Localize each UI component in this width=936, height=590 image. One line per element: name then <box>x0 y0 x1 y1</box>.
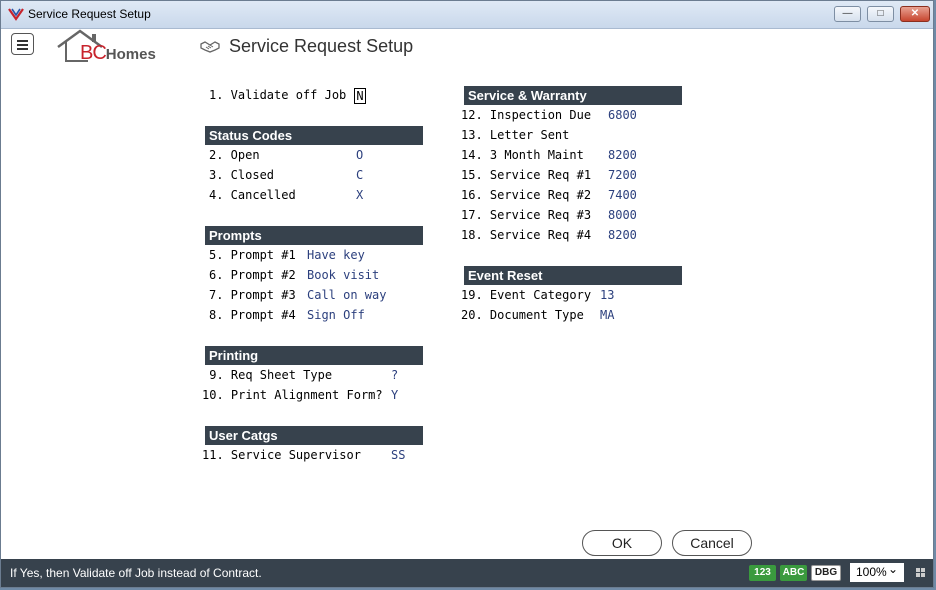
service-req-4-label: 18. Service Req #4 <box>461 228 592 242</box>
status-cancelled-field[interactable]: X <box>356 188 363 202</box>
prompt-3-label: 7. Prompt #3 <box>209 288 296 302</box>
validate-off-job-field[interactable]: N <box>354 88 366 104</box>
inspection-due-label: 12. Inspection Due <box>461 108 592 122</box>
status-cancelled-label: 4. Cancelled <box>209 188 296 202</box>
prompts-heading: Prompts <box>205 226 423 245</box>
debug-indicator[interactable]: DBG <box>811 565 841 581</box>
ok-button[interactable]: OK <box>582 530 662 556</box>
prompt-3-field[interactable]: Call on way <box>307 288 386 302</box>
close-icon: ✕ <box>910 8 920 19</box>
service-req-2-label: 16. Service Req #2 <box>461 188 592 202</box>
minimize-button[interactable]: — <box>834 6 861 22</box>
zoom-value: 100% <box>856 565 887 579</box>
handshake-icon <box>200 41 220 53</box>
minimize-icon: — <box>842 8 853 19</box>
service-req-2-field[interactable]: 7400 <box>608 188 637 202</box>
service-req-1-field[interactable]: 7200 <box>608 168 637 182</box>
three-month-maint-field[interactable]: 8200 <box>608 148 637 162</box>
prompt-1-label: 5. Prompt #1 <box>209 248 296 262</box>
chevron-down-icon: ⌄ <box>887 562 898 576</box>
letter-sent-label: 13. Letter Sent <box>461 128 570 142</box>
maximize-icon: □ <box>877 8 884 19</box>
app-window: Service Request Setup — □ ✕ BCHomes Serv… <box>0 0 934 588</box>
prompt-2-field[interactable]: Book visit <box>307 268 379 282</box>
service-supervisor-label: 11. Service Supervisor <box>202 448 361 462</box>
app-header: BCHomes Service Request Setup <box>1 29 933 64</box>
logo-text: BCHomes <box>80 42 156 64</box>
status-closed-label: 3. Closed <box>209 168 275 182</box>
prompt-1-field[interactable]: Have key <box>307 248 365 262</box>
event-category-field[interactable]: 13 <box>600 288 614 302</box>
service-req-1-label: 15. Service Req #1 <box>461 168 592 182</box>
title-bar[interactable]: Service Request Setup — □ ✕ <box>1 1 933 29</box>
user-catgs-heading: User Catgs <box>205 426 423 445</box>
maximize-button[interactable]: □ <box>867 6 894 22</box>
validate-off-job-label: 1. Validate off Job <box>209 88 347 102</box>
service-warranty-heading: Service & Warranty <box>464 86 682 105</box>
status-open-field[interactable]: O <box>356 148 363 162</box>
status-codes-heading: Status Codes <box>205 126 423 145</box>
document-type-field[interactable]: MA <box>600 308 614 322</box>
req-sheet-type-field[interactable]: ? <box>391 368 398 382</box>
prompt-4-label: 8. Prompt #4 <box>209 308 296 322</box>
hamburger-menu-icon <box>17 40 28 42</box>
printing-heading: Printing <box>205 346 423 365</box>
zoom-select[interactable]: 100% ⌄ <box>850 562 904 582</box>
req-sheet-type-label: 9. Req Sheet Type <box>202 368 333 382</box>
print-alignment-form-label: 10. Print Alignment Form? <box>202 388 383 402</box>
event-reset-heading: Event Reset <box>464 266 682 285</box>
prompt-2-label: 6. Prompt #2 <box>209 268 296 282</box>
status-open-label: 2. Open <box>209 148 260 162</box>
form-area: 1. Validate off Job N Status Codes 2. Op… <box>1 63 933 559</box>
prompt-4-field[interactable]: Sign Off <box>307 308 365 322</box>
status-bar: If Yes, then Validate off Job instead of… <box>1 559 933 587</box>
capslock-indicator: ABC <box>780 565 807 581</box>
service-req-3-field[interactable]: 8000 <box>608 208 637 222</box>
service-req-4-field[interactable]: 8200 <box>608 228 637 242</box>
three-month-maint-label: 14. 3 Month Maint <box>461 148 584 162</box>
service-req-3-label: 17. Service Req #3 <box>461 208 592 222</box>
status-closed-field[interactable]: C <box>356 168 363 182</box>
hamburger-menu-button[interactable] <box>11 33 34 55</box>
page-title: Service Request Setup <box>229 36 414 56</box>
inspection-due-field[interactable]: 6800 <box>608 108 637 122</box>
status-message: If Yes, then Validate off Job instead of… <box>10 566 262 580</box>
numlock-indicator: 123 <box>749 565 776 581</box>
document-type-label: 20. Document Type <box>461 308 584 322</box>
app-logo-icon <box>8 8 24 21</box>
cancel-button[interactable]: Cancel <box>672 530 752 556</box>
event-category-label: 19. Event Category <box>461 288 592 302</box>
resize-grip-icon[interactable] <box>916 568 925 577</box>
window-title: Service Request Setup <box>28 7 151 21</box>
print-alignment-form-field[interactable]: Y <box>391 388 398 402</box>
service-supervisor-field[interactable]: SS <box>391 448 405 462</box>
close-button[interactable]: ✕ <box>900 6 930 22</box>
